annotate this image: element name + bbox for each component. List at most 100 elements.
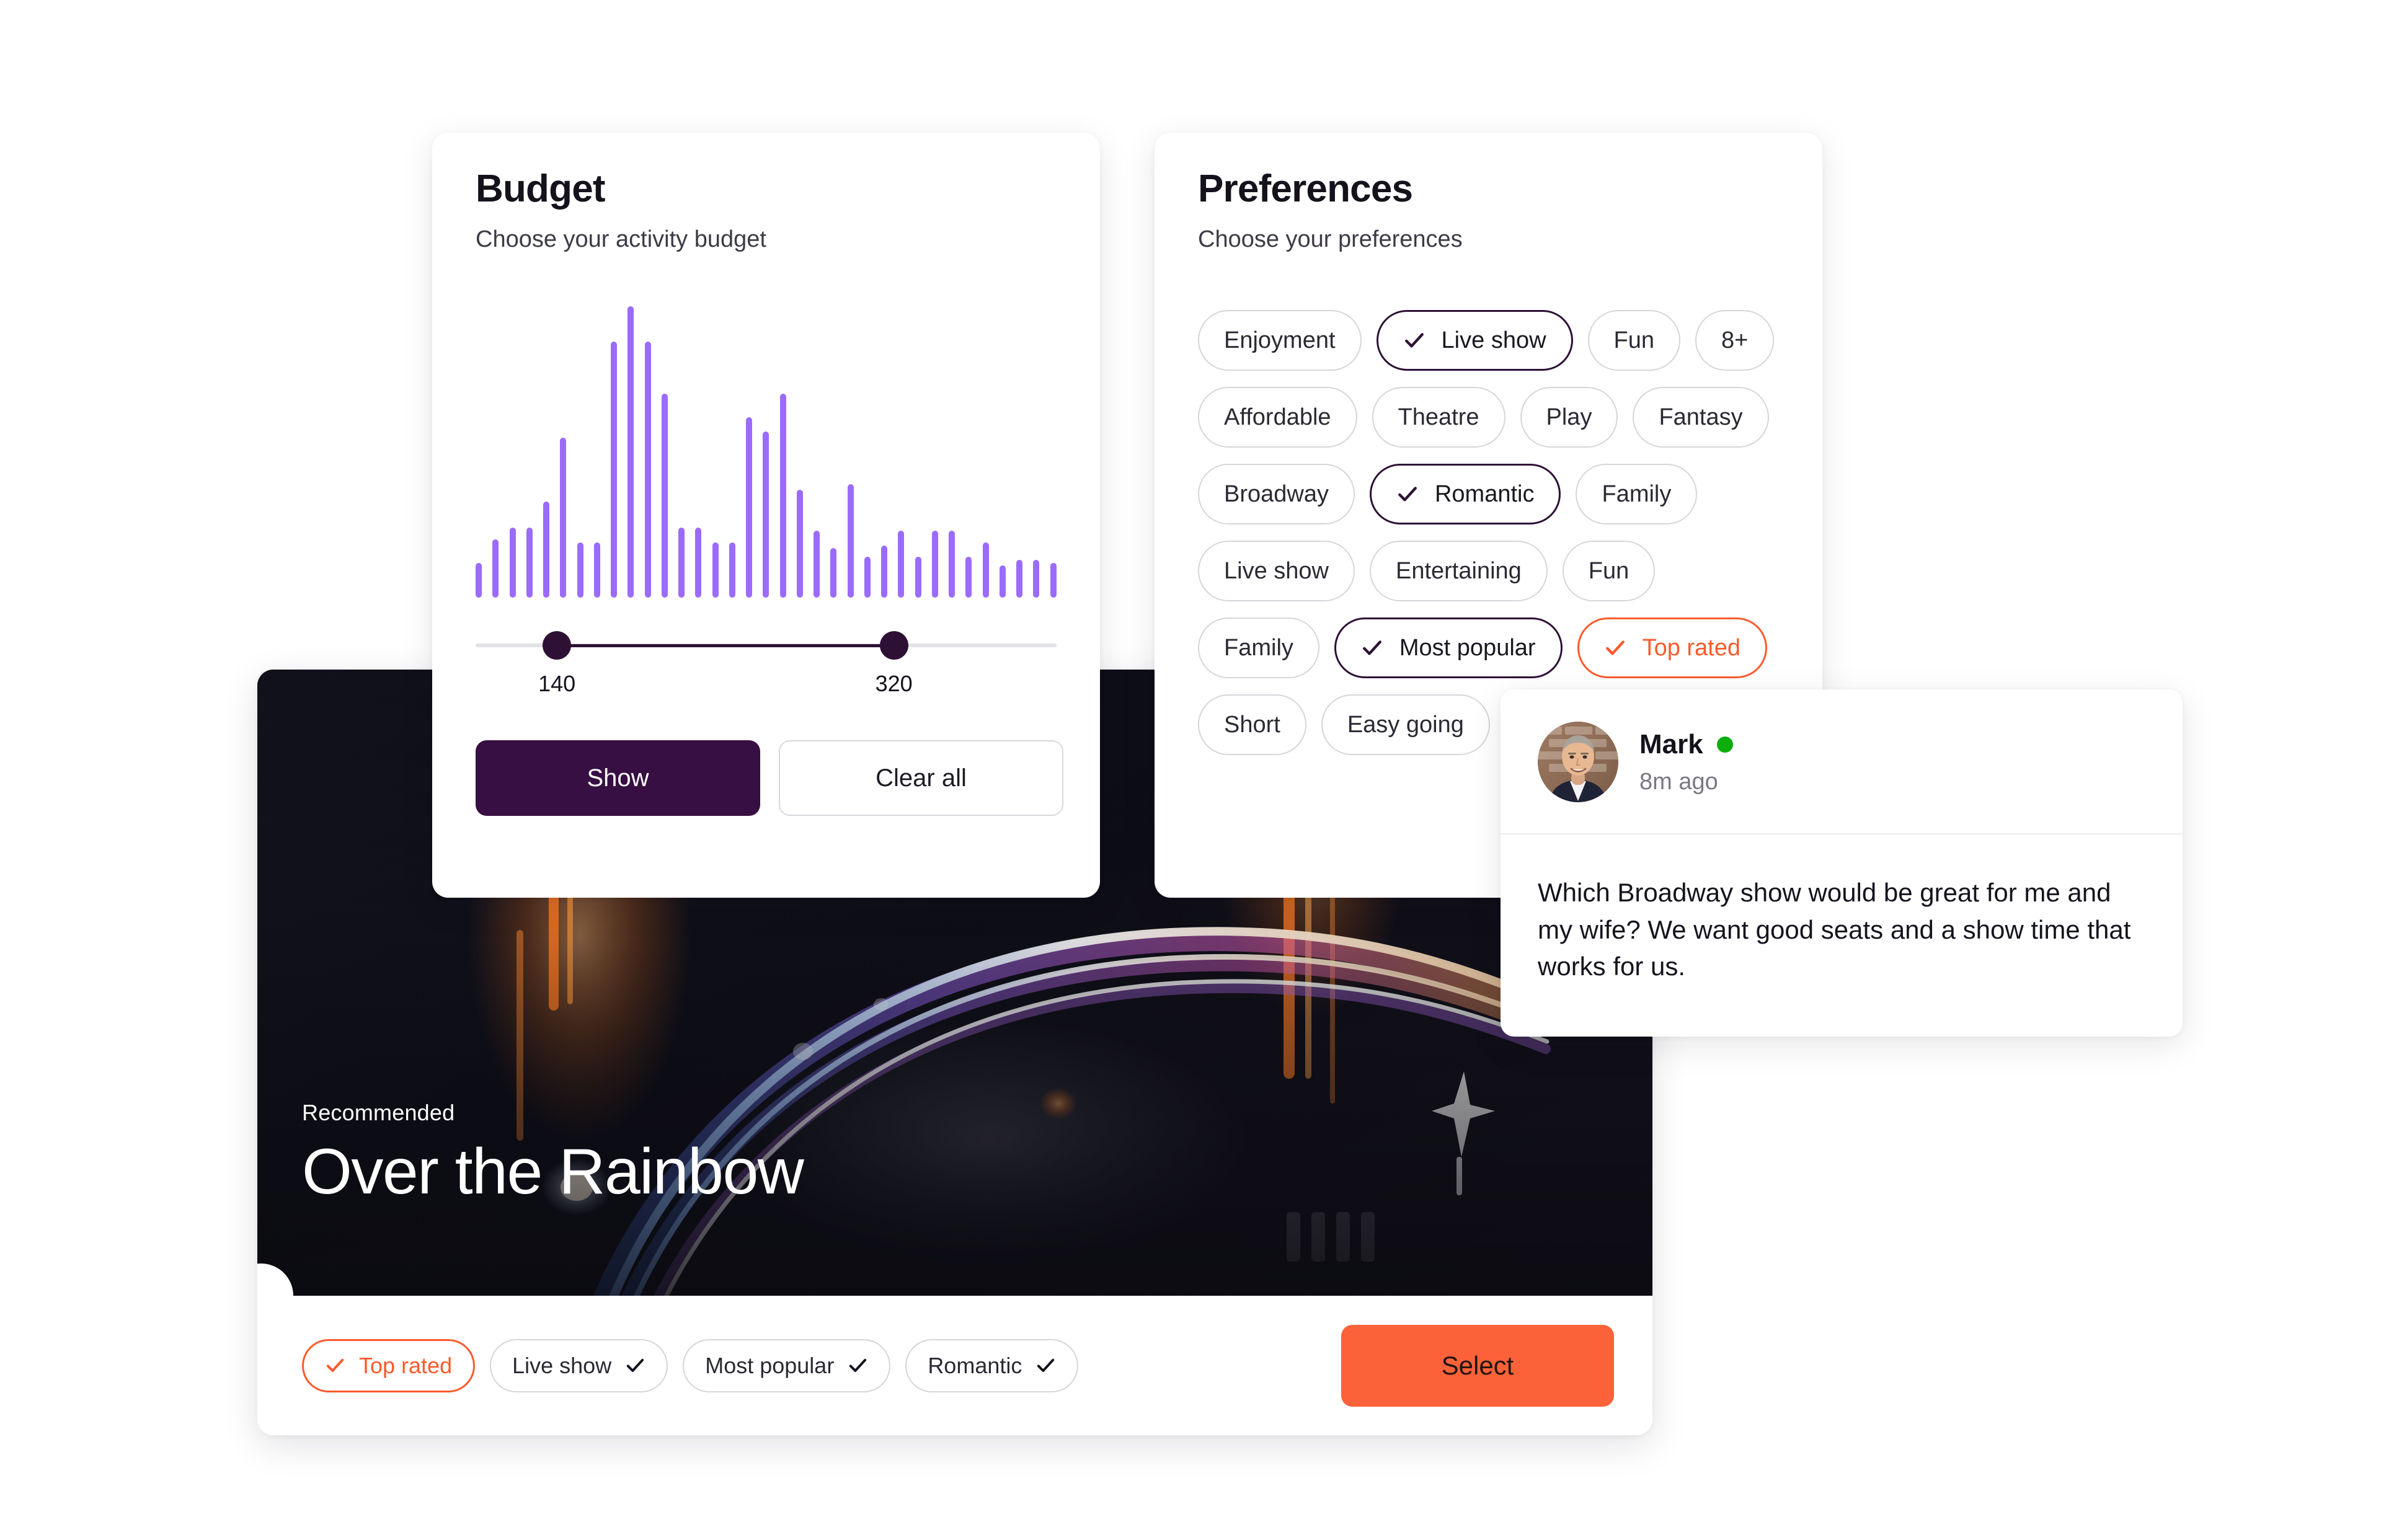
chat-message-text: Which Broadway show would be great for m… <box>1538 878 2131 981</box>
histogram-bar <box>644 341 651 598</box>
histogram-bar <box>931 531 938 598</box>
preference-chip-live-show[interactable]: Live show <box>1376 310 1573 371</box>
preference-chip-label: Live show <box>1441 327 1546 353</box>
budget-card-content: Budget Choose your activity budget 140 3… <box>432 133 1100 816</box>
recommendation-chip-top-rated[interactable]: Top rated <box>302 1339 476 1392</box>
chat-meta: Mark 8m ago <box>1639 729 1733 795</box>
preference-chip-fantasy[interactable]: Fantasy <box>1633 387 1769 448</box>
histogram-bar <box>982 542 989 598</box>
preference-chip-most-popular[interactable]: Most popular <box>1334 617 1563 679</box>
histogram-bar <box>949 531 955 598</box>
recommendation-chip-most-popular[interactable]: Most popular <box>683 1339 891 1392</box>
preference-chip-enjoyment[interactable]: Enjoyment <box>1198 310 1362 371</box>
recommendation-kicker: Recommended <box>302 1100 455 1125</box>
histogram-bar <box>661 394 668 598</box>
preference-chip-fun[interactable]: Fun <box>1562 541 1656 602</box>
preferences-title: Preferences <box>1198 167 1413 210</box>
preference-chip-entertaining[interactable]: Entertaining <box>1369 541 1548 602</box>
budget-actions: Show Clear all <box>476 740 1063 816</box>
chat-sender-name: Mark <box>1639 728 1703 759</box>
chat-name-row: Mark <box>1639 729 1733 760</box>
preference-chip-8-[interactable]: 8+ <box>1695 310 1775 371</box>
preference-chip-label: Fun <box>1613 327 1655 353</box>
slider-handle-min[interactable] <box>543 631 572 660</box>
card-notch <box>257 1262 326 1296</box>
preference-chip-romantic[interactable]: Romantic <box>1369 464 1561 525</box>
preference-chip-label: Family <box>1602 480 1672 507</box>
histogram-bar <box>509 528 516 598</box>
histogram-bar <box>965 557 972 598</box>
avatar <box>1538 722 1618 802</box>
preference-chip-label: Theatre <box>1398 404 1479 430</box>
preference-chip-label: Enjoyment <box>1224 327 1336 353</box>
check-icon <box>1396 483 1419 505</box>
slider-value-labels: 140 320 <box>476 671 1057 706</box>
preference-chip-label: Broadway <box>1224 480 1329 507</box>
preferences-card-content: Preferences Choose your preferences Enjo… <box>1155 133 1822 756</box>
preference-chip-label: Live show <box>1224 557 1329 584</box>
recommendation-chip-label: Most popular <box>705 1352 835 1378</box>
preference-chip-family[interactable]: Family <box>1198 617 1319 679</box>
histogram-bar <box>763 431 769 598</box>
check-icon <box>1035 1355 1056 1376</box>
histogram-bar <box>695 528 702 598</box>
histogram-bar <box>999 565 1006 598</box>
check-icon <box>1361 637 1383 659</box>
preference-chip-label: Family <box>1224 634 1293 661</box>
preference-chip-label: Short <box>1224 711 1280 738</box>
recommendation-chip-romantic[interactable]: Romantic <box>905 1339 1079 1392</box>
preference-chip-affordable[interactable]: Affordable <box>1198 387 1357 448</box>
histogram-bar <box>814 531 820 598</box>
histogram-bar <box>864 557 871 598</box>
preference-chip-play[interactable]: Play <box>1520 387 1618 448</box>
recommendation-action-bar: Top rated Live show Most popular Romantic S… <box>257 1296 1652 1435</box>
online-status-icon <box>1716 736 1733 753</box>
histogram-bar <box>611 341 617 598</box>
histogram-bar <box>898 531 905 598</box>
avatar-photo <box>1538 722 1618 802</box>
histogram-bar <box>1033 560 1040 598</box>
select-button[interactable]: Select <box>1341 1324 1614 1407</box>
preference-chip-label: 8+ <box>1721 327 1749 353</box>
preference-chip-label: Fantasy <box>1659 404 1743 430</box>
histogram-bar <box>476 562 482 598</box>
histogram-bar <box>779 394 786 598</box>
chat-timestamp: 8m ago <box>1639 768 1718 795</box>
preference-chip-fun[interactable]: Fun <box>1587 310 1681 371</box>
preference-chip-label: Most popular <box>1399 634 1536 661</box>
recommendation-chip-list: Top rated Live show Most popular Romantic <box>302 1339 1079 1392</box>
budget-card: Budget Choose your activity budget 140 3… <box>432 133 1100 898</box>
histogram-bar <box>796 490 803 598</box>
histogram-bar <box>560 437 567 598</box>
check-icon <box>325 1355 345 1376</box>
histogram-bar <box>577 542 583 598</box>
preference-chip-broadway[interactable]: Broadway <box>1198 464 1355 525</box>
histogram-bar <box>678 528 685 598</box>
slider-max-value: 320 <box>875 671 913 697</box>
preference-chip-family[interactable]: Family <box>1576 464 1698 525</box>
chat-header: Mark 8m ago <box>1501 689 2183 833</box>
histogram-bar <box>1016 560 1022 598</box>
preference-chip-label: Romantic <box>1434 480 1535 507</box>
preference-chip-easy-going[interactable]: Easy going <box>1321 694 1490 756</box>
preference-chip-live-show[interactable]: Live show <box>1198 541 1355 602</box>
histogram-bar <box>729 542 735 598</box>
recommendation-chip-live-show[interactable]: Live show <box>490 1339 668 1392</box>
preference-chip-top-rated[interactable]: Top rated <box>1577 617 1768 679</box>
histogram-bar <box>526 528 533 598</box>
histogram-bar <box>593 542 600 598</box>
show-button[interactable]: Show <box>476 740 760 816</box>
clear-all-button[interactable]: Clear all <box>779 740 1063 816</box>
recommendation-chip-label: Top rated <box>359 1352 453 1378</box>
histogram-bar <box>915 557 921 598</box>
preference-chip-theatre[interactable]: Theatre <box>1372 387 1505 448</box>
histogram-bar <box>543 502 549 598</box>
budget-range-slider[interactable] <box>476 631 1057 660</box>
preference-chip-label: Easy going <box>1347 711 1464 738</box>
preference-chip-short[interactable]: Short <box>1198 694 1306 756</box>
check-icon <box>1403 329 1425 352</box>
preference-chip-label: Top rated <box>1642 634 1741 661</box>
slider-handle-max[interactable] <box>879 631 908 660</box>
check-icon <box>848 1355 868 1376</box>
histogram-bar <box>881 545 887 598</box>
